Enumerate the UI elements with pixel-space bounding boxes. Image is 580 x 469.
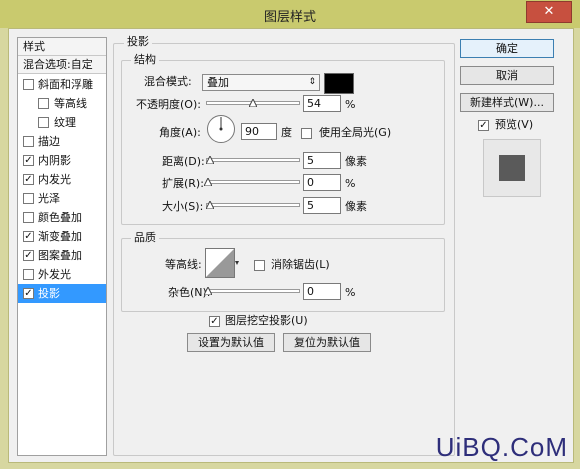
section-title: 投影 (124, 35, 152, 49)
contour-label: 等高线: (165, 258, 202, 271)
sidebar-item-label: 内发光 (38, 173, 71, 186)
sidebar-item-label: 渐变叠加 (38, 230, 82, 243)
distance-label: 距离(D): (162, 155, 205, 168)
sidebar-item-outer-glow[interactable]: 外发光 (18, 265, 106, 284)
sidebar-item-label: 斜面和浮雕 (38, 78, 93, 91)
checkbox[interactable] (23, 269, 34, 280)
style-preview (483, 139, 541, 197)
sidebar-item-gradient-overlay[interactable]: ✓ 渐变叠加 (18, 227, 106, 246)
checkbox[interactable] (23, 193, 34, 204)
watermark: UiBQ.CoM (435, 432, 568, 462)
distance-slider-thumb[interactable] (206, 156, 214, 164)
close-button[interactable]: ✕ (526, 1, 572, 23)
checkbox-checked[interactable]: ✓ (23, 231, 34, 242)
sidebar-item-inner-glow[interactable]: ✓ 内发光 (18, 170, 106, 189)
size-label: 大小(S): (162, 200, 204, 213)
checkbox-checked[interactable]: ✓ (23, 155, 34, 166)
ok-button[interactable]: 确定 (460, 39, 554, 58)
sidebar-item-label: 等高线 (54, 97, 87, 110)
size-slider-thumb[interactable] (206, 201, 214, 209)
sidebar-item-label: 颜色叠加 (38, 211, 82, 224)
noise-unit: % (345, 286, 356, 299)
sidebar-item-label: 纹理 (54, 116, 76, 129)
global-light-label: 使用全局光(G) (319, 126, 392, 139)
sidebar-item-pattern-overlay[interactable]: ✓ 图案叠加 (18, 246, 106, 265)
title-bar: 图层样式 ✕ (0, 0, 580, 28)
sidebar-item-stroke[interactable]: 描边 (18, 132, 106, 151)
sidebar-header-blend-options[interactable]: 混合选项:自定 (18, 56, 106, 74)
size-input[interactable]: 5 (303, 197, 341, 214)
reset-default-button[interactable]: 复位为默认值 (283, 333, 371, 352)
spread-slider[interactable] (206, 180, 300, 184)
sidebar-item-label: 描边 (38, 135, 60, 148)
checkbox[interactable] (23, 79, 34, 90)
anti-alias-label: 消除锯齿(L) (271, 258, 330, 271)
blend-mode-label: 混合模式: (144, 75, 192, 88)
structure-legend: 结构 (131, 53, 159, 67)
noise-input[interactable]: 0 (303, 283, 341, 300)
spread-label: 扩展(R): (162, 177, 204, 190)
angle-input[interactable]: 90 (241, 123, 277, 140)
noise-slider[interactable] (206, 289, 300, 293)
size-unit: 像素 (345, 200, 367, 213)
sidebar-item-label: 内阴影 (38, 154, 71, 167)
checkbox-checked[interactable]: ✓ (23, 288, 34, 299)
distance-slider[interactable] (206, 158, 300, 162)
sidebar-item-bevel-emboss[interactable]: 斜面和浮雕 (18, 75, 106, 94)
opacity-input[interactable]: 54 (303, 95, 341, 112)
window-title: 图层样式 (263, 10, 316, 25)
angle-label: 角度(A): (159, 126, 201, 139)
preview-swatch (499, 155, 525, 181)
cancel-button[interactable]: 取消 (460, 66, 554, 85)
sidebar-item-texture[interactable]: 纹理 (18, 113, 106, 132)
opacity-label: 不透明度(O): (136, 98, 201, 111)
contour-picker[interactable] (205, 248, 239, 278)
preview-label: 预览(V) (495, 118, 534, 131)
sidebar-item-satin[interactable]: 光泽 (18, 189, 106, 208)
sidebar-item-inner-shadow[interactable]: ✓ 内阴影 (18, 151, 106, 170)
checkbox[interactable] (38, 117, 49, 128)
checkbox-checked[interactable]: ✓ (23, 174, 34, 185)
spread-input[interactable]: 0 (303, 174, 341, 191)
global-light-checkbox[interactable] (301, 128, 312, 139)
checkbox-checked[interactable]: ✓ (23, 250, 34, 261)
opacity-unit: % (345, 98, 356, 111)
shadow-color-swatch[interactable] (324, 73, 354, 94)
sidebar-item-label: 光泽 (38, 192, 60, 205)
distance-unit: 像素 (345, 155, 367, 168)
sidebar-item-contour[interactable]: 等高线 (18, 94, 106, 113)
blend-mode-select[interactable]: 叠加 ⇕ (202, 74, 320, 91)
noise-slider-thumb[interactable] (204, 287, 212, 295)
angle-dial-icon[interactable] (206, 114, 236, 144)
knockout-checkbox[interactable]: ✓ (209, 316, 220, 327)
sidebar-item-color-overlay[interactable]: 颜色叠加 (18, 208, 106, 227)
blend-mode-value: 叠加 (207, 76, 229, 89)
sidebar-item-drop-shadow[interactable]: ✓ 投影 (18, 284, 106, 303)
checkbox[interactable] (38, 98, 49, 109)
updown-arrow-icon: ⇕ (308, 77, 316, 87)
preview-checkbox[interactable]: ✓ (478, 120, 489, 131)
checkbox[interactable] (23, 136, 34, 147)
sidebar-item-label: 图案叠加 (38, 249, 82, 262)
checkbox[interactable] (23, 212, 34, 223)
styles-sidebar: 样式 混合选项:自定 斜面和浮雕 等高线 纹理 描边 ✓ 内阴影 ✓ 内发光 光… (17, 37, 107, 456)
distance-input[interactable]: 5 (303, 152, 341, 169)
angle-unit: 度 (281, 126, 292, 139)
knockout-label: 图层挖空投影(U) (225, 314, 308, 327)
sidebar-item-label: 外发光 (38, 268, 71, 281)
opacity-slider-thumb[interactable] (249, 99, 257, 107)
spread-unit: % (345, 177, 356, 190)
dialog-body: 样式 混合选项:自定 斜面和浮雕 等高线 纹理 描边 ✓ 内阴影 ✓ 内发光 光… (8, 28, 574, 463)
spread-slider-thumb[interactable] (204, 178, 212, 186)
new-style-button[interactable]: 新建样式(W)... (460, 93, 554, 112)
make-default-button[interactable]: 设置为默认值 (187, 333, 275, 352)
quality-legend: 品质 (131, 231, 159, 245)
size-slider[interactable] (206, 203, 300, 207)
sidebar-header-styles[interactable]: 样式 (18, 38, 106, 56)
anti-alias-checkbox[interactable] (254, 260, 265, 271)
sidebar-item-label: 投影 (38, 287, 60, 300)
